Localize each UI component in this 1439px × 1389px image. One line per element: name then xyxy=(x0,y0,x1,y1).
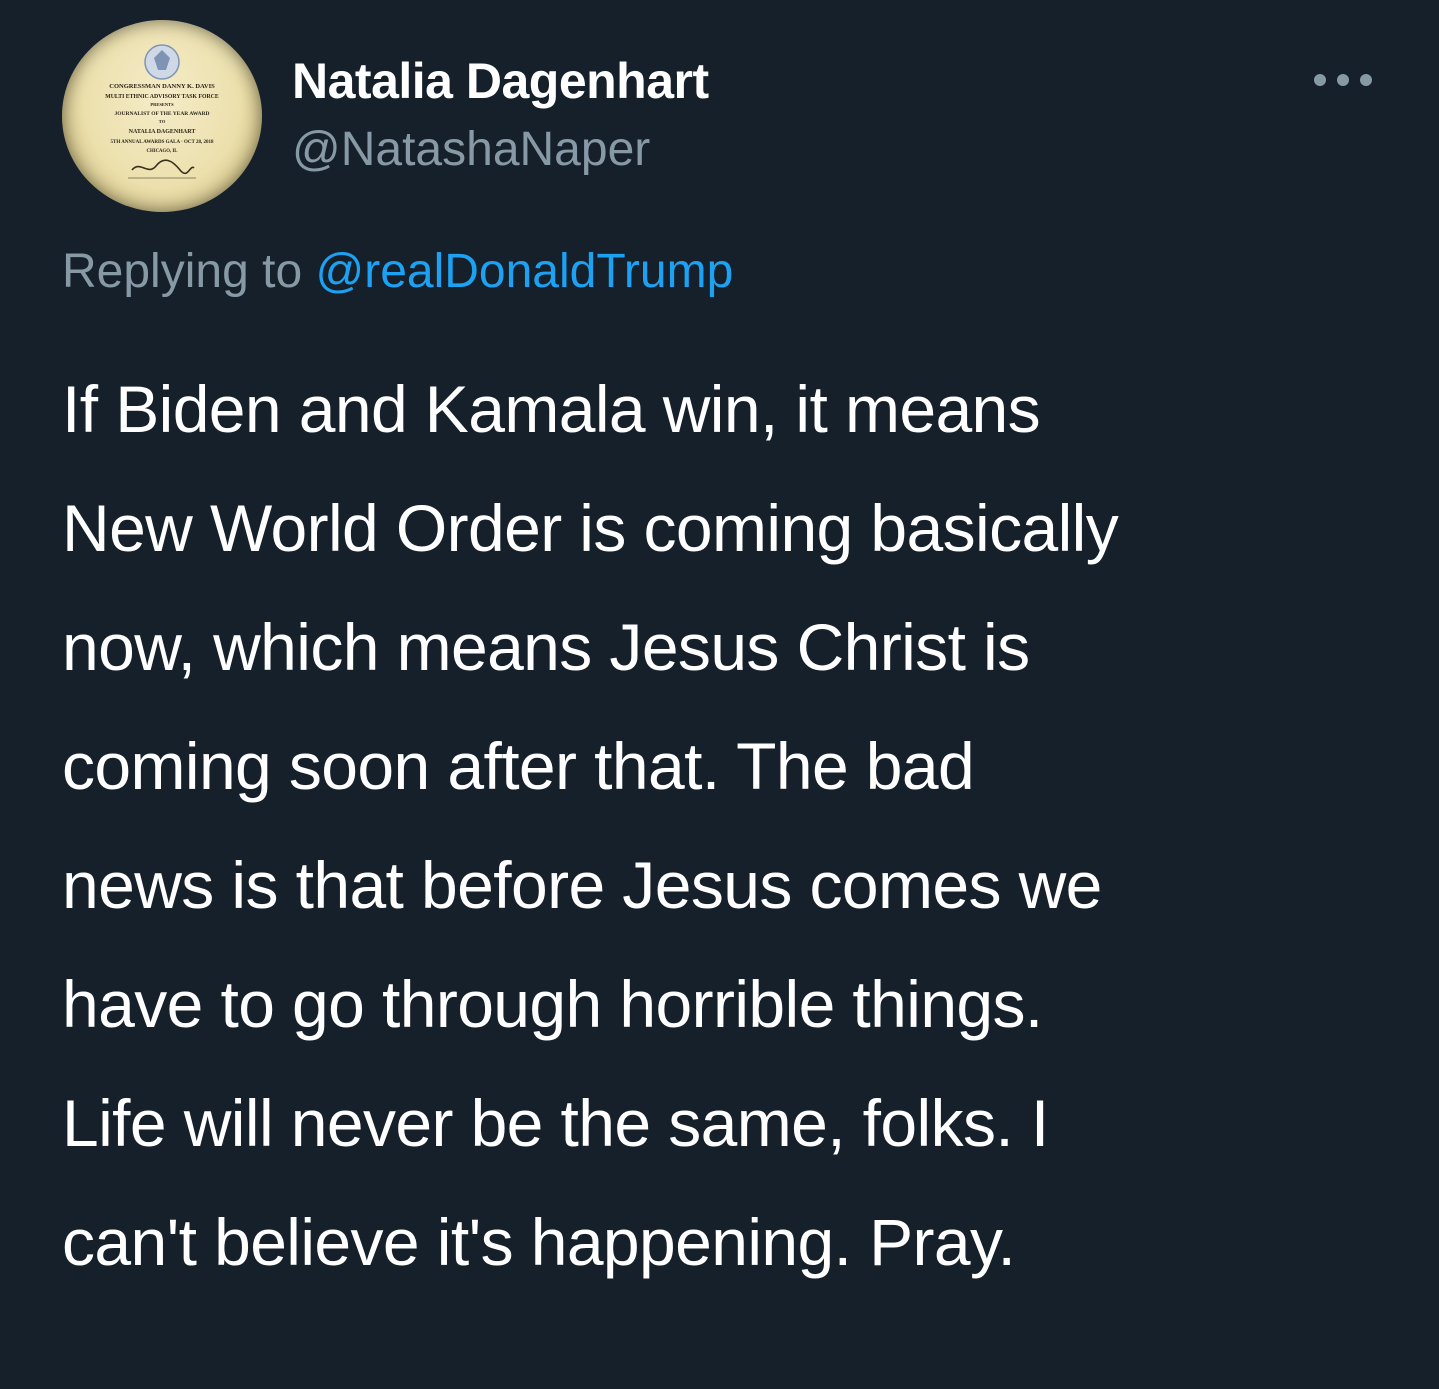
plaque-line: MULTI ETHNIC ADVISORY TASK FORCE xyxy=(105,94,219,100)
plaque-line: PRESENTS xyxy=(150,102,174,107)
award-plaque-image: CONGRESSMAN DANNY K. DAVIS MULTI ETHNIC … xyxy=(105,44,219,179)
tweet-text-line: coming soon after that. The bad xyxy=(62,729,975,803)
reply-mention-link[interactable]: @realDonaldTrump xyxy=(315,245,733,298)
tweet-text-line: now, which means Jesus Christ is xyxy=(62,610,1030,684)
tweet-text-line: have to go through horrible things. xyxy=(62,967,1043,1041)
tweet-text-line: New World Order is coming basically xyxy=(62,491,1119,565)
author-display-name[interactable]: Natalia Dagenhart xyxy=(292,52,709,110)
tweet-text-line: can't believe it's happening. Pray. xyxy=(62,1205,1016,1279)
tweet-text-line: news is that before Jesus comes we xyxy=(62,848,1102,922)
avatar[interactable]: CONGRESSMAN DANNY K. DAVIS MULTI ETHNIC … xyxy=(62,20,262,212)
more-horizontal-icon xyxy=(1314,74,1372,86)
replying-to-context: Replying to @realDonaldTrump xyxy=(62,244,733,299)
author-handle[interactable]: @NatashaNaper xyxy=(292,122,650,177)
plaque-line: CHICAGO, IL xyxy=(147,149,178,154)
replying-to-label: Replying to xyxy=(62,245,316,298)
plaque-line: NATALIA DAGENHART xyxy=(129,129,196,135)
seal-emblem xyxy=(144,44,180,80)
plaque-line: JOURNALIST OF THE YEAR AWARD xyxy=(114,111,209,117)
tweet-text-line: If Biden and Kamala win, it means xyxy=(62,372,1041,446)
plaque-line: 5TH ANNUAL AWARDS GALA · OCT 28, 2018 xyxy=(111,140,214,145)
plaque-line: CONGRESSMAN DANNY K. DAVIS xyxy=(109,83,215,90)
tweet-text: If Biden and Kamala win, it means New Wo… xyxy=(62,350,1402,1302)
tweet-text-line: Life will never be the same, folks. I xyxy=(62,1086,1049,1160)
signature-mark xyxy=(131,159,195,175)
tweet-card: CONGRESSMAN DANNY K. DAVIS MULTI ETHNIC … xyxy=(0,0,1439,1389)
more-options-button[interactable] xyxy=(1310,58,1376,102)
plaque-line: TO xyxy=(159,119,166,124)
